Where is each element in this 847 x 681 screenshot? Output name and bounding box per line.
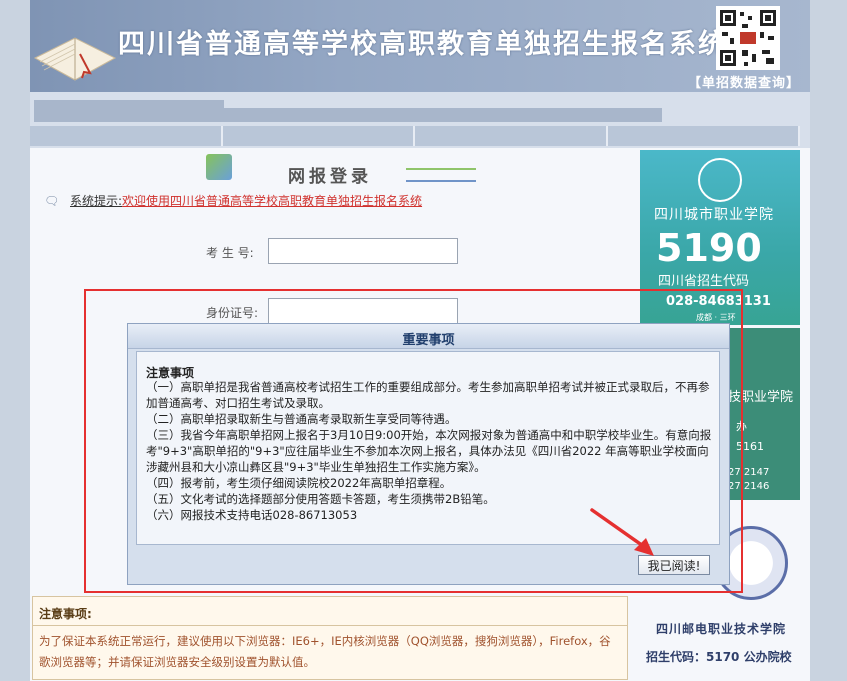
notice-item: （一）高职单招是我省普通高校考试招生工作的重要组成部分。考生参加高职单招考试并被… (146, 380, 710, 410)
header-banner: 四川省普通高等学校高职教育单独招生报名系统 【单招数据查询】 (30, 0, 810, 92)
notice-item: （五）文化考试的选择题部分使用答题卡答题，考生须携带2B铅笔。 (146, 492, 495, 506)
notice-item: （二）高职单招录取新生与普通高考录取新生享受同等待遇。 (146, 412, 457, 426)
ad-college-name: 四川邮电职业技术学院 (656, 622, 787, 636)
ad-college-code: 5190 (656, 226, 762, 270)
nav-menu-item[interactable] (30, 126, 223, 146)
nav-menu-item[interactable] (415, 126, 608, 146)
notice-item: （四）报考前，考生须仔细阅读院校2022年高职单招章程。 (146, 476, 452, 490)
exam-number-label: 考 生 号: (206, 246, 254, 260)
dialog-header: 重要事项 (128, 324, 729, 349)
decorative-lines (406, 168, 476, 182)
dialog-title: 重要事项 (402, 333, 455, 348)
college-logo-icon (698, 158, 742, 202)
red-arrow-icon (590, 508, 654, 556)
divider (33, 625, 627, 626)
ad-college-code: 招生代码：5170 公办院校 (646, 650, 792, 664)
notice-body: 为了保证本系统正常运行，建议使用以下浏览器：IE6+，IE内核浏览器（QQ浏览器… (39, 634, 611, 669)
book-illustration (33, 37, 117, 81)
ad-college-name: 四川城市职业学院 (654, 207, 774, 223)
ad-code-label: 四川省招生代码 (658, 274, 750, 289)
system-hint: 🗨 系统提示:欢迎使用四川省普通高等学校高职教育单独招生报名系统 (44, 192, 422, 209)
browser-notice: 注意事项: 为了保证本系统正常运行，建议使用以下浏览器：IE6+，IE内核浏览器… (32, 596, 628, 680)
nav-menu (30, 126, 800, 146)
navigation-bar (30, 92, 810, 148)
hint-message[interactable]: 欢迎使用四川省普通高等学校高职教育单独招生报名系统 (122, 194, 422, 208)
nav-decoration (34, 108, 662, 122)
login-title: 网报登录 (288, 167, 372, 187)
score-query-link[interactable]: 【单招数据查询】 (688, 72, 800, 91)
hint-label: 系统提示: (70, 194, 123, 208)
notice-item: （三）我省今年高职单招网上报名于3月10日9:00开始，本次网报对象为普通高中和… (146, 428, 712, 474)
qr-code-icon (716, 6, 780, 70)
notice-title: 注意事项: (39, 607, 92, 621)
login-heading: 网报登录 (206, 154, 506, 190)
exam-number-row: 考 生 号: (206, 238, 458, 264)
nav-menu-item[interactable] (222, 126, 415, 146)
speech-bubble-icon: 🗨 (44, 194, 60, 208)
dialog-notice-list: （一）高职单招是我省普通高校考试招生工作的重要组成部分。考生参加高职单招考试并被… (146, 379, 712, 523)
exam-number-input[interactable] (268, 238, 458, 264)
nav-menu-item[interactable] (607, 126, 800, 146)
login-icon (206, 154, 232, 180)
system-title: 四川省普通高等学校高职教育单独招生报名系统 (118, 29, 727, 60)
